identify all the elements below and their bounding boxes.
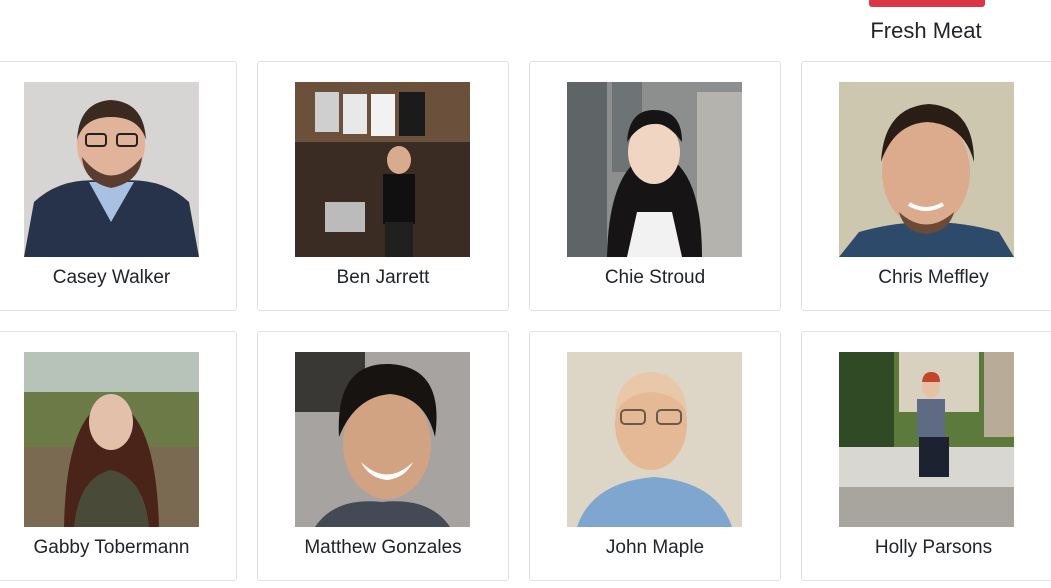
member-photo	[24, 352, 199, 527]
member-photo	[24, 82, 199, 257]
member-name: Ben Jarrett	[336, 267, 430, 288]
section-heading: Fresh Meat	[870, 18, 982, 43]
member-name: Chie Stroud	[604, 267, 706, 288]
member-name: Chris Meffley	[878, 267, 989, 288]
member-photo	[839, 82, 1014, 257]
section-tag	[869, 0, 985, 7]
member-card-john-maple[interactable]: John Maple	[529, 331, 781, 581]
member-card-ben-jarrett[interactable]: Ben Jarrett	[257, 61, 509, 311]
member-photo	[295, 352, 470, 527]
member-name: Matthew Gonzales	[304, 537, 462, 558]
member-card-matthew-gonzales[interactable]: Matthew Gonzales	[257, 331, 509, 581]
member-card-chris-meffley[interactable]: Chris Meffley	[801, 61, 1051, 311]
member-name: Gabby Tobermann	[33, 537, 190, 558]
member-card-casey-walker[interactable]: Casey Walker	[0, 61, 237, 311]
member-photo	[295, 82, 470, 257]
member-card-chie-stroud[interactable]: Chie Stroud	[529, 61, 781, 311]
team-page: Fresh Meat Casey Walker Ben Jarrett Chie…	[0, 0, 1051, 588]
member-name: John Maple	[605, 537, 705, 558]
member-photo	[567, 82, 742, 257]
member-name: Holly Parsons	[874, 537, 993, 558]
member-card-gabby-tobermann[interactable]: Gabby Tobermann	[0, 331, 237, 581]
member-photo	[839, 352, 1014, 527]
member-card-holly-parsons[interactable]: Holly Parsons	[801, 331, 1051, 581]
member-photo	[567, 352, 742, 527]
member-name: Casey Walker	[52, 267, 171, 288]
